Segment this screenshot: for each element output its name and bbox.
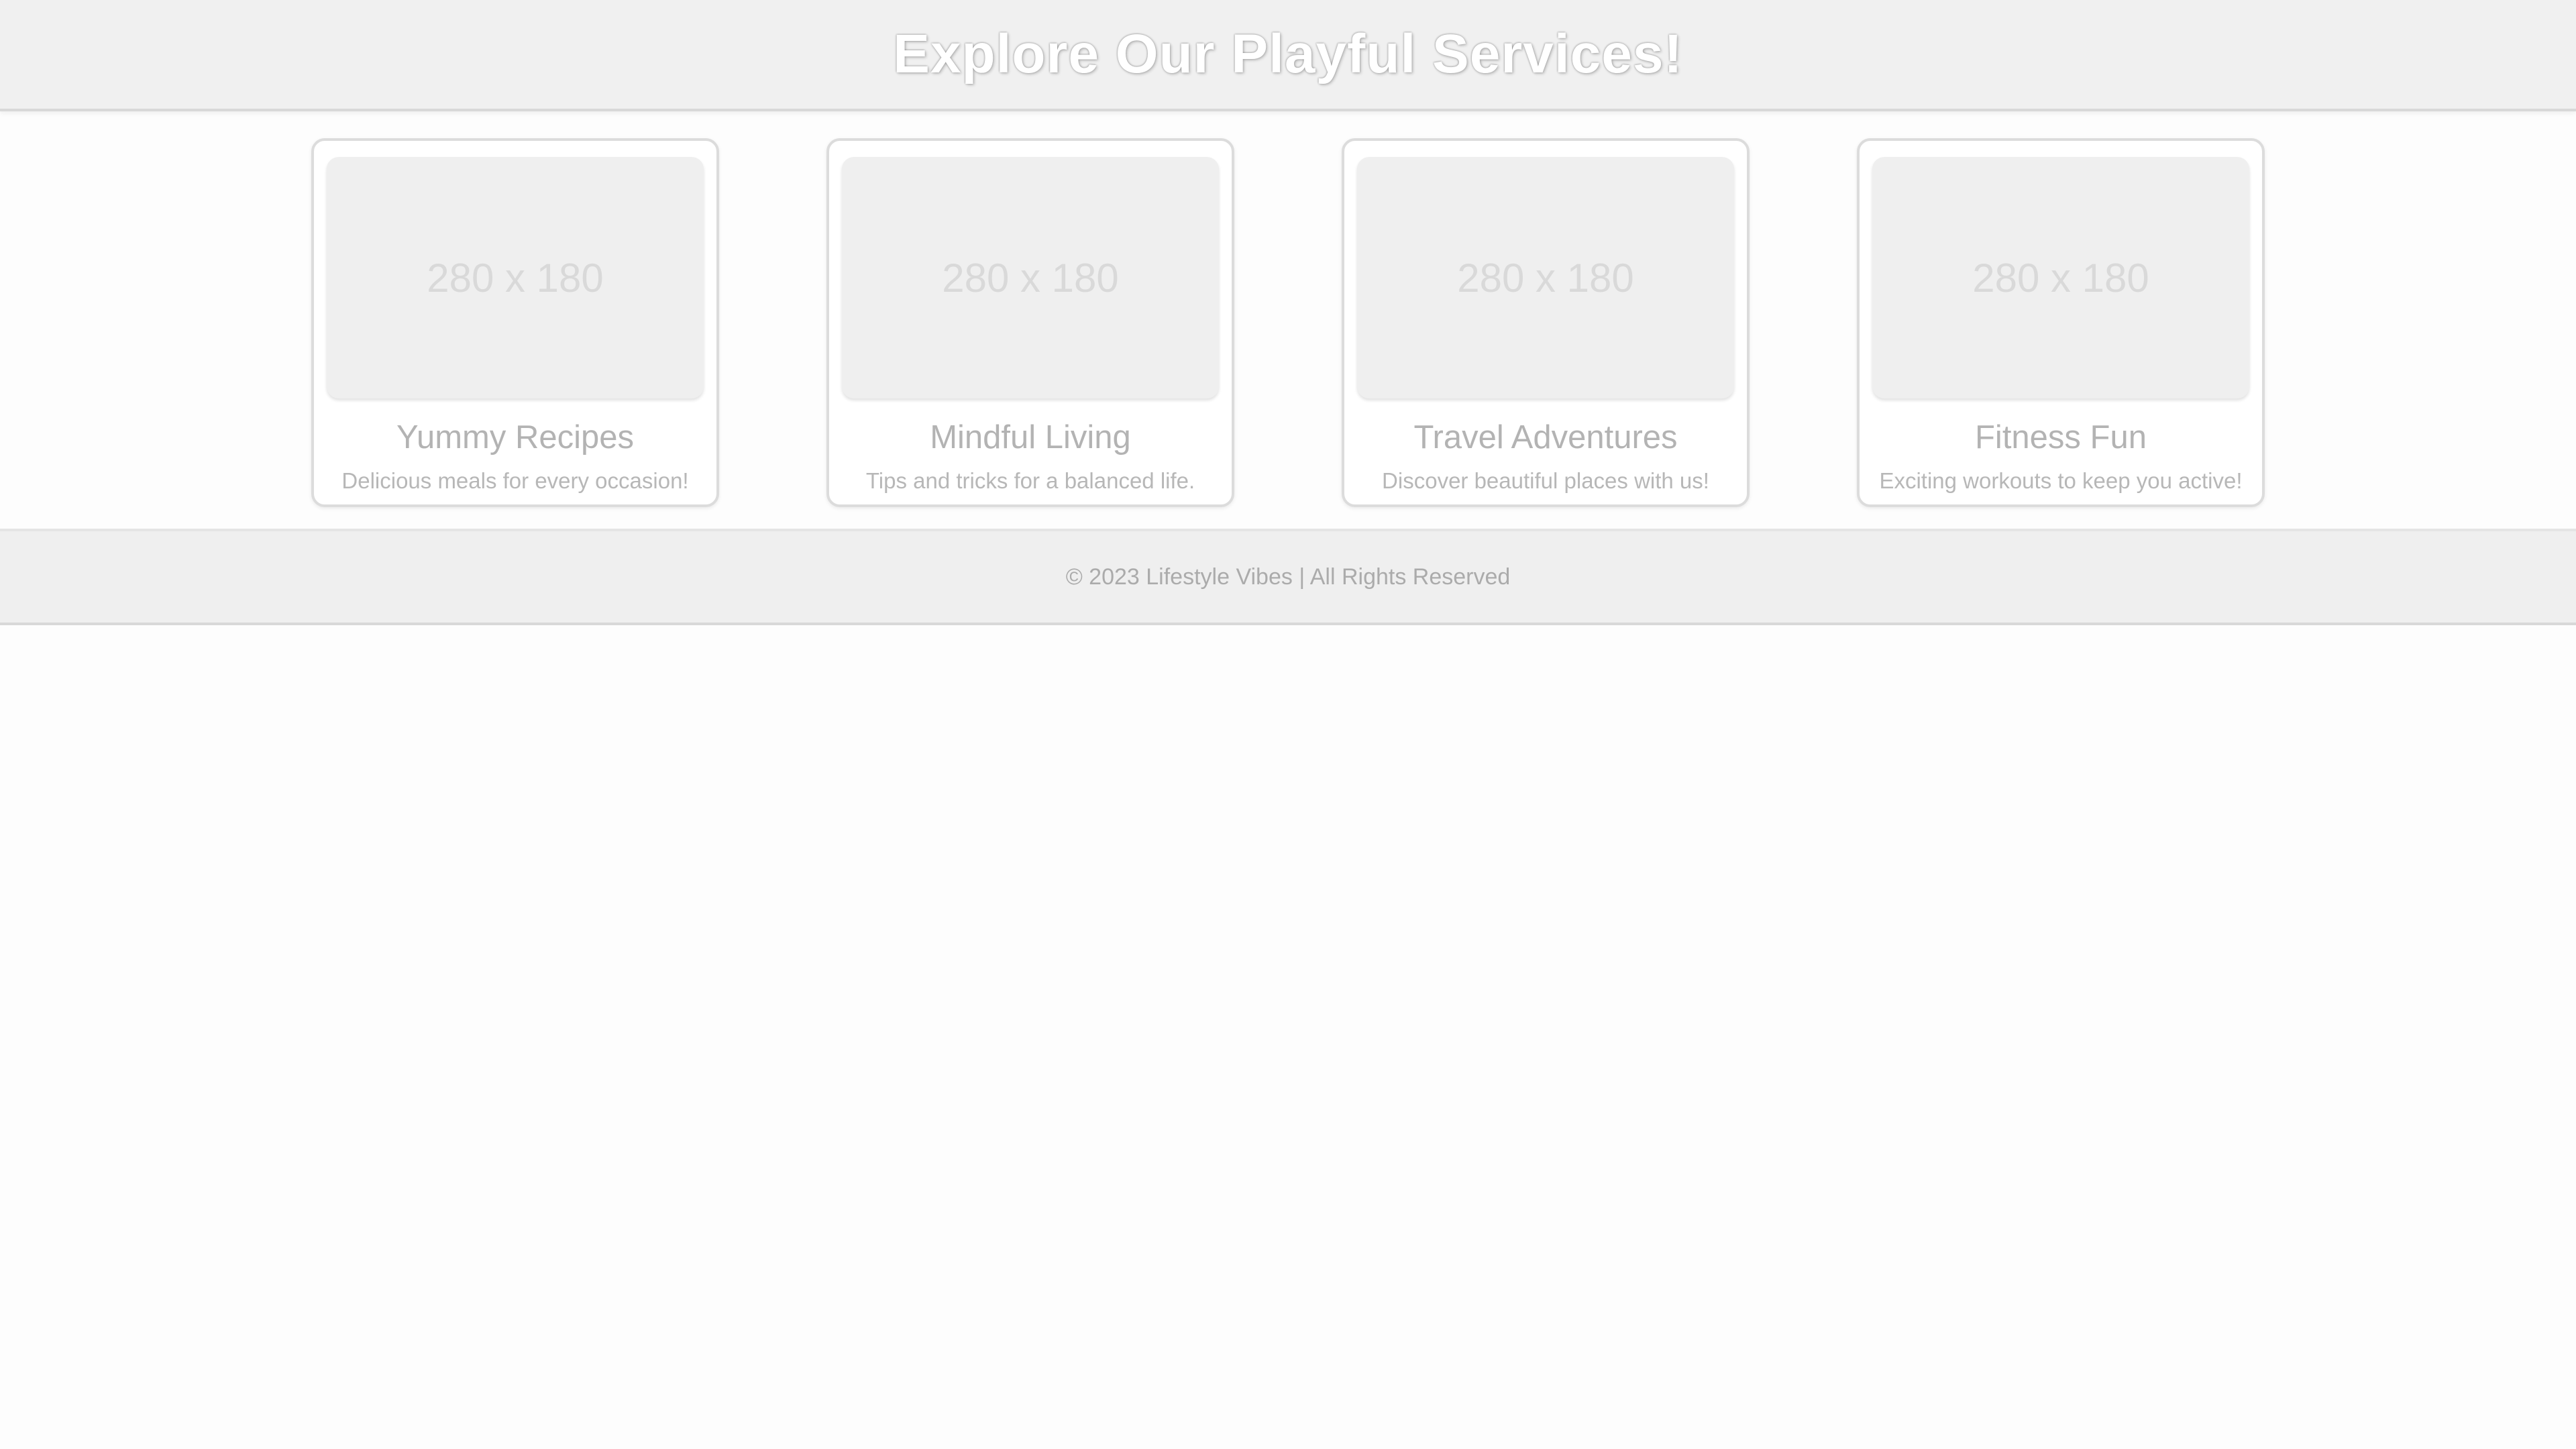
site-footer: © 2023 Lifestyle Vibes | All Rights Rese… <box>0 531 2576 625</box>
service-description: Exciting workouts to keep you active! <box>1879 468 2243 493</box>
services-section: 280 x 180 Yummy Recipes Delicious meals … <box>0 111 2576 531</box>
service-card-mindful-living[interactable]: 280 x 180 Mindful Living Tips and tricks… <box>826 138 1234 507</box>
service-card-fitness-fun[interactable]: 280 x 180 Fitness Fun Exciting workouts … <box>1857 138 2265 507</box>
service-description: Discover beautiful places with us! <box>1382 468 1709 493</box>
service-card-yummy-recipes[interactable]: 280 x 180 Yummy Recipes Delicious meals … <box>311 138 719 507</box>
service-image-placeholder: 280 x 180 <box>842 157 1219 398</box>
page: Explore Our Playful Services! 280 x 180 … <box>0 0 2576 1449</box>
service-title: Yummy Recipes <box>396 419 634 455</box>
service-title: Travel Adventures <box>1413 419 1678 455</box>
service-card-travel-adventures[interactable]: 280 x 180 Travel Adventures Discover bea… <box>1342 138 1750 507</box>
site-header: Explore Our Playful Services! <box>0 0 2576 111</box>
service-title: Fitness Fun <box>1975 419 2147 455</box>
service-description: Delicious meals for every occasion! <box>341 468 689 493</box>
service-image-placeholder: 280 x 180 <box>1872 157 2249 398</box>
service-image-placeholder: 280 x 180 <box>1357 157 1734 398</box>
page-title: Explore Our Playful Services! <box>893 23 1683 85</box>
service-image-placeholder: 280 x 180 <box>327 157 704 398</box>
copyright-text: © 2023 Lifestyle Vibes | All Rights Rese… <box>1065 564 1511 590</box>
service-title: Mindful Living <box>930 419 1131 455</box>
service-description: Tips and tricks for a balanced life. <box>865 468 1195 493</box>
